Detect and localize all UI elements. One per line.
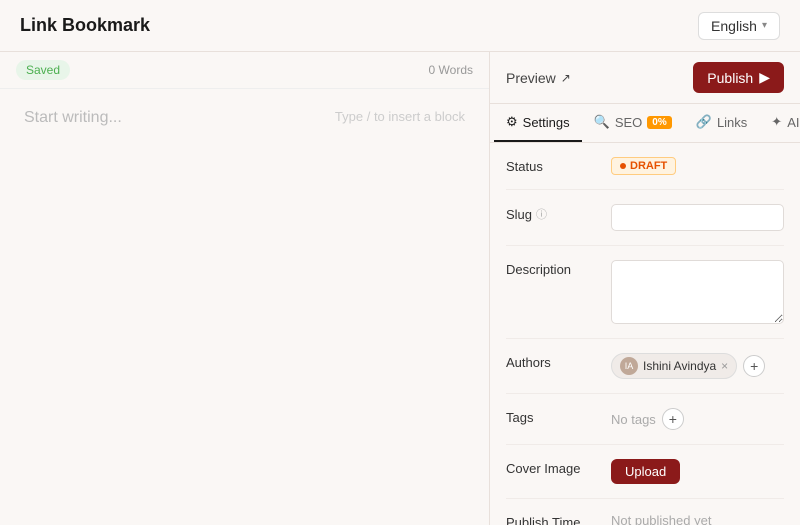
publish-time-label: Publish Time [506,513,611,525]
authors-label: Authors [506,353,611,370]
status-row: Status DRAFT [506,143,784,190]
cover-image-value: Upload [611,459,784,484]
authors-value: IA Ishini Avindya × + [611,353,784,379]
header: Link Bookmark English ▾ [0,0,800,52]
panel-topbar: Preview ↗ Publish ▶ [490,52,800,104]
links-icon: 🔗 [696,114,712,130]
tab-settings[interactable]: ⚙ Settings [494,104,582,142]
draft-badge: DRAFT [611,157,676,175]
tab-links[interactable]: 🔗 Links [684,104,760,142]
settings-panel: Preview ↗ Publish ▶ ⚙ Settings 🔍 SEO 0% … [490,52,800,525]
tab-links-label: Links [717,115,747,130]
description-row: Description [506,246,784,339]
cover-image-row: Cover Image Upload [506,445,784,499]
slug-value [611,204,784,231]
slug-info-icon[interactable]: ⓘ [536,206,547,222]
description-textarea[interactable] [611,260,784,324]
publish-label: Publish [707,70,753,86]
placeholder-text: Start writing... [24,109,122,127]
add-author-button[interactable]: + [743,355,765,377]
language-label: English [711,18,757,34]
description-label: Description [506,260,611,277]
remove-author-button[interactable]: × [721,360,728,372]
author-tag: IA Ishini Avindya × [611,353,737,379]
panel-tabs: ⚙ Settings 🔍 SEO 0% 🔗 Links ✦ AI [490,104,800,143]
slug-row: Slug ⓘ [506,190,784,246]
preview-button[interactable]: Preview ↗ [506,70,571,86]
publish-icon: ▶ [759,69,770,86]
page-title: Link Bookmark [20,15,150,36]
editor-body[interactable]: Start writing... Type / to insert a bloc… [0,89,489,525]
slug-label: Slug ⓘ [506,204,611,222]
editor-panel: Saved 0 Words Start writing... Type / to… [0,52,490,525]
settings-icon: ⚙ [506,114,518,130]
upload-button[interactable]: Upload [611,459,680,484]
seo-badge: 0% [647,116,671,129]
status-value: DRAFT [611,157,784,175]
chevron-down-icon: ▾ [762,20,767,31]
language-selector[interactable]: English ▾ [698,12,780,40]
preview-label: Preview [506,70,556,86]
editor-hint: Type / to insert a block [335,109,465,124]
main-layout: Saved 0 Words Start writing... Type / to… [0,52,800,525]
add-tag-button[interactable]: + [662,408,684,430]
editor-toolbar: Saved 0 Words [0,52,489,89]
authors-row: Authors IA Ishini Avindya × + [506,339,784,394]
settings-content: Status DRAFT Slug ⓘ [490,143,800,525]
description-value [611,260,784,324]
author-avatar: IA [620,357,638,375]
not-published-text: Not published yet [611,513,711,525]
tags-row: Tags No tags + [506,394,784,445]
tab-settings-label: Settings [523,115,570,130]
slug-input[interactable] [611,204,784,231]
publish-button[interactable]: Publish ▶ [693,62,784,93]
publish-time-row: Publish Time Not published yet [506,499,784,525]
seo-icon: 🔍 [594,114,610,130]
draft-text: DRAFT [630,160,667,172]
tags-label: Tags [506,408,611,425]
saved-badge: Saved [16,60,70,80]
author-name: Ishini Avindya [643,359,716,373]
draft-dot-icon [620,163,626,169]
cover-image-label: Cover Image [506,459,611,476]
external-link-icon: ↗ [561,71,571,85]
word-count: 0 Words [429,63,473,77]
status-label: Status [506,157,611,174]
tab-ai[interactable]: ✦ AI [759,104,800,142]
tab-seo-label: SEO [615,115,642,130]
no-tags-text: No tags [611,412,656,427]
tags-value: No tags + [611,408,784,430]
ai-icon: ✦ [771,114,782,130]
tab-ai-label: AI [787,115,799,130]
publish-time-value: Not published yet [611,513,784,525]
editor-placeholder: Start writing... Type / to insert a bloc… [24,109,465,127]
tab-seo[interactable]: 🔍 SEO 0% [582,104,684,142]
